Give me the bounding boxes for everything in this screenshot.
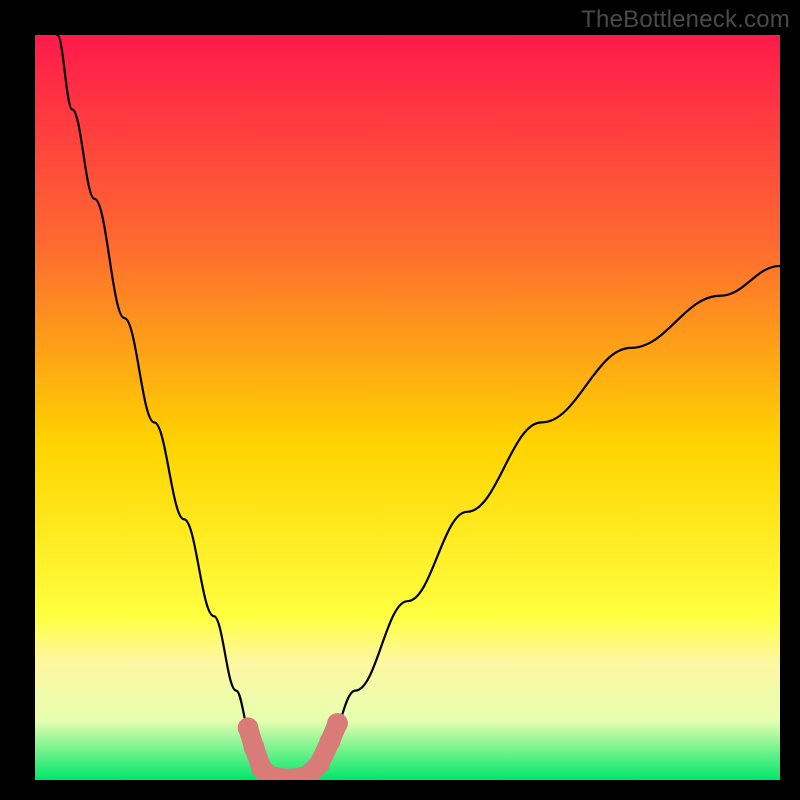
watermark-text: TheBottleneck.com: [581, 6, 790, 34]
valley-marker: [327, 713, 348, 734]
valley-marker: [309, 753, 330, 774]
valley-marker: [238, 717, 259, 738]
valley-marker: [320, 731, 341, 752]
valley-marker: [244, 737, 265, 758]
bottleneck-plot: [35, 35, 780, 780]
chart-frame: TheBottleneck.com: [0, 0, 800, 800]
